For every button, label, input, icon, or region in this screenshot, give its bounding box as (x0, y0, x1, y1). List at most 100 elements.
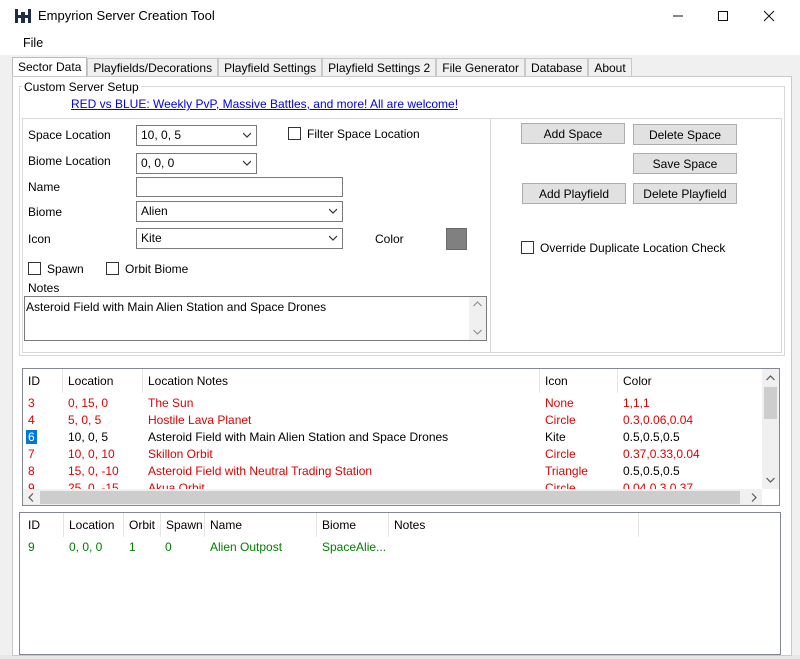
chevron-right-icon (751, 493, 757, 502)
col-header-biome[interactable]: Biome (317, 513, 389, 537)
biome-location-value: 0, 0, 0 (141, 156, 175, 170)
menu-file[interactable]: File (23, 36, 43, 50)
save-space-button[interactable]: Save Space (633, 153, 737, 174)
orbit-biome-checkbox[interactable] (106, 262, 119, 275)
biome-value: Alien (141, 204, 168, 218)
icon-combo[interactable]: Kite (136, 228, 343, 249)
spawn-checkbox[interactable] (28, 262, 41, 275)
row-orbit: 1 (129, 540, 136, 554)
row-icon: Kite (545, 430, 566, 444)
space-location-label: Space Location (28, 128, 111, 142)
space-location-value: 10, 0, 5 (141, 128, 182, 142)
space-list-hscrollbar[interactable] (23, 489, 762, 505)
col-header-id[interactable]: ID (23, 369, 63, 393)
row-location: 0, 0, 0 (69, 540, 103, 554)
group-legend: Custom Server Setup (22, 80, 141, 94)
notes-scrollbar[interactable] (469, 297, 486, 340)
row-notes: Asteroid Field with Neutral Trading Stat… (148, 464, 373, 478)
tab-playfield-settings[interactable]: Playfield Settings (218, 58, 323, 77)
space-list-vscrollbar[interactable] (762, 369, 779, 489)
close-button[interactable] (746, 0, 792, 31)
biome-label: Biome (28, 205, 63, 219)
add-playfield-button[interactable]: Add Playfield (522, 183, 626, 204)
row-id: 6 (26, 430, 37, 444)
row-name: Alien Outpost (210, 540, 283, 554)
pvp-link[interactable]: RED vs BLUE: Weekly PvP, Massive Battles… (71, 97, 458, 111)
chevron-down-icon (243, 160, 251, 166)
tab-playfield-settings-2[interactable]: Playfield Settings 2 (322, 58, 437, 77)
row-id: 4 (28, 413, 35, 427)
space-list: ID Location Location Notes Icon Color 3 … (22, 368, 780, 506)
name-label: Name (28, 180, 61, 194)
close-icon (763, 10, 775, 21)
space-location-combo[interactable]: 10, 0, 5 (136, 125, 257, 146)
chevron-down-icon (329, 208, 337, 214)
biome-combo[interactable]: Alien (136, 201, 343, 222)
minimize-button[interactable] (655, 0, 701, 31)
tab-about[interactable]: About (588, 58, 632, 77)
chevron-down-icon (766, 477, 775, 483)
icon-label: Icon (28, 232, 51, 246)
notes-value: Asteroid Field with Main Alien Station a… (26, 300, 327, 314)
row-location: 5, 0, 5 (68, 413, 102, 427)
color-swatch[interactable] (446, 228, 467, 250)
chevron-up-icon (766, 375, 775, 381)
maximize-button[interactable] (700, 0, 746, 31)
biome-location-combo[interactable]: 0, 0, 0 (136, 153, 257, 174)
col-header-location-notes[interactable]: Location Notes (143, 369, 540, 393)
row-id: 7 (28, 447, 35, 461)
tab-database[interactable]: Database (524, 58, 589, 77)
vscroll-thumb[interactable] (764, 387, 777, 419)
window-title: Empyrion Server Creation Tool (38, 8, 215, 23)
row-icon: None (545, 396, 574, 410)
tab-strip: Sector Data Playfields/Decorations Playf… (12, 57, 632, 77)
row-color: 0.3,0.06,0.04 (623, 413, 694, 427)
chevron-down-icon (329, 235, 337, 241)
tab-playfields-decorations[interactable]: Playfields/Decorations (87, 58, 219, 77)
col-header-notes[interactable]: Notes (389, 513, 639, 537)
minimize-icon (673, 15, 683, 16)
col-header-orbit[interactable]: Orbit (124, 513, 161, 537)
row-notes: Hostile Lava Planet (148, 413, 252, 427)
row-biome: SpaceAlie... (322, 540, 387, 554)
row-color: 1,1,1 (623, 396, 650, 410)
col-header-color[interactable]: Color (618, 369, 763, 393)
row-icon: Triangle (545, 464, 588, 478)
playfield-list: ID Location Orbit Spawn Name Biome Notes… (19, 512, 781, 655)
col-header-location[interactable]: Location (63, 369, 143, 393)
color-label: Color (375, 232, 404, 246)
row-color: 0.37,0.33,0.04 (623, 447, 700, 461)
filter-space-location-checkbox[interactable] (288, 127, 301, 140)
row-location: 15, 0, -10 (68, 464, 119, 478)
add-space-button[interactable]: Add Space (521, 123, 625, 144)
chevron-up-icon (473, 301, 482, 307)
row-spawn: 0 (165, 540, 172, 554)
override-duplicate-label: Override Duplicate Location Check (540, 241, 726, 255)
row-notes: Skillon Orbit (148, 447, 213, 461)
row-color: 0.5,0.5,0.5 (623, 430, 680, 444)
col-header-spawn[interactable]: Spawn (161, 513, 205, 537)
biome-location-label: Biome Location (28, 154, 111, 168)
row-notes: The Sun (148, 396, 194, 410)
tab-sector-data[interactable]: Sector Data (12, 57, 88, 77)
name-input[interactable] (136, 177, 343, 197)
row-id: 8 (28, 464, 35, 478)
col-header-icon[interactable]: Icon (540, 369, 618, 393)
hscroll-thumb[interactable] (40, 491, 740, 504)
row-notes: Asteroid Field with Main Alien Station a… (148, 430, 449, 444)
col-header-name[interactable]: Name (205, 513, 317, 537)
tab-file-generator[interactable]: File Generator (436, 58, 525, 77)
col-header-location[interactable]: Location (64, 513, 124, 537)
spawn-label: Spawn (47, 262, 84, 276)
row-icon: Circle (545, 413, 576, 427)
app-logo-icon (15, 9, 31, 23)
col-header-id[interactable]: ID (23, 513, 64, 537)
row-id: 9 (28, 540, 35, 554)
delete-space-button[interactable]: Delete Space (633, 124, 737, 145)
row-location: 10, 0, 5 (68, 430, 109, 444)
row-location: 10, 0, 10 (68, 447, 115, 461)
chevron-down-icon (473, 329, 482, 335)
chevron-down-icon (243, 132, 251, 138)
delete-playfield-button[interactable]: Delete Playfield (633, 183, 737, 204)
override-duplicate-checkbox[interactable] (521, 241, 534, 254)
